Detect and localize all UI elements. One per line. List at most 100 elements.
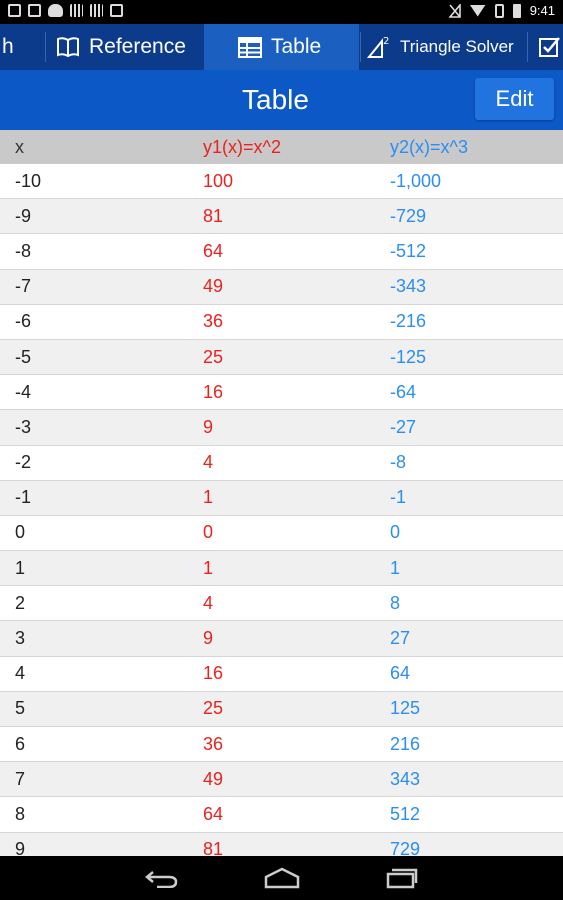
cell-y2: -1,000: [390, 170, 442, 191]
cell-y2: -125: [390, 346, 427, 367]
column-header-x[interactable]: x: [15, 130, 24, 164]
table-row[interactable]: 3 9 27: [0, 621, 563, 657]
cell-y2: -64: [390, 381, 417, 402]
cloud-icon: [48, 4, 63, 17]
barcode-icon: [70, 4, 83, 17]
table-row[interactable]: -2 4 -8: [0, 445, 563, 481]
cell-y2: -512: [390, 240, 427, 261]
cell-y1: 49: [203, 276, 224, 297]
cell-y1: 49: [203, 768, 224, 789]
image-icon: [28, 4, 41, 17]
cell-x: 4: [15, 663, 26, 684]
svg-text:2: 2: [383, 36, 389, 47]
table-row[interactable]: -3 9 -27: [0, 410, 563, 446]
status-notifications: [8, 4, 123, 17]
recents-icon: [386, 868, 418, 889]
table-row[interactable]: 8 64 512: [0, 797, 563, 833]
table-row[interactable]: -9 81 -729: [0, 199, 563, 235]
cell-x: -6: [15, 311, 32, 332]
barcode-icon: [90, 4, 103, 17]
cell-y1: 64: [203, 240, 224, 261]
tab-math[interactable]: h: [0, 24, 44, 70]
cell-y2: -216: [390, 311, 427, 332]
table-row[interactable]: -8 64 -512: [0, 234, 563, 270]
table-row[interactable]: 9 81 729: [0, 832, 563, 856]
cell-y1: 16: [203, 663, 224, 684]
checkbox-icon: [539, 36, 561, 58]
table-row[interactable]: -6 36 -216: [0, 304, 563, 340]
cell-y1: 1: [203, 487, 214, 508]
table-row[interactable]: 0 0 0: [0, 515, 563, 552]
cell-y1: 64: [203, 803, 224, 824]
tab-divider: [45, 32, 46, 62]
cell-x: -2: [15, 452, 32, 473]
triangle-icon: 2: [367, 35, 391, 59]
table-row[interactable]: 4 16 64: [0, 656, 563, 692]
edit-button[interactable]: Edit: [475, 78, 554, 120]
table-row[interactable]: -1 1 -1: [0, 480, 563, 516]
cell-y1: 36: [203, 733, 224, 754]
tab-reference[interactable]: Reference: [56, 24, 204, 70]
cell-y2: 1: [390, 557, 401, 578]
cell-y1: 9: [203, 628, 214, 649]
cell-x: 0: [15, 522, 26, 543]
cell-x: 6: [15, 733, 26, 754]
cell-y2: -729: [390, 205, 427, 226]
cell-y2: 0: [390, 522, 401, 543]
tab-triangle-solver[interactable]: 2 Triangle Solver: [367, 24, 527, 70]
cell-y1: 25: [203, 698, 224, 719]
cell-y2: 27: [390, 628, 411, 649]
cell-y1: 4: [203, 452, 214, 473]
back-button[interactable]: [142, 866, 182, 890]
cell-y2: 512: [390, 803, 421, 824]
cell-y2: -343: [390, 276, 427, 297]
table-row[interactable]: 6 36 216: [0, 727, 563, 763]
column-header-y1[interactable]: y1(x)=x^2: [203, 130, 281, 164]
cell-x: -3: [15, 416, 32, 437]
title-bar: Table Edit: [0, 70, 563, 130]
status-bar: 9:41: [0, 0, 563, 24]
notification-icon: [8, 4, 21, 17]
cell-x: 2: [15, 592, 26, 613]
table-row[interactable]: 2 4 8: [0, 586, 563, 622]
cell-y2: 216: [390, 733, 421, 754]
cell-y1: 25: [203, 346, 224, 367]
cell-x: -1: [15, 487, 32, 508]
cell-y1: 16: [203, 381, 224, 402]
cell-y1: 81: [203, 205, 224, 226]
tab-divider: [360, 32, 361, 62]
tab-label: Table: [271, 35, 322, 58]
cell-y1: 9: [203, 416, 214, 437]
cell-x: -10: [15, 170, 42, 191]
table-row[interactable]: -5 25 -125: [0, 339, 563, 376]
table-row[interactable]: 7 49 343: [0, 762, 563, 798]
page-title: Table: [242, 84, 309, 115]
tab-table[interactable]: Table: [204, 24, 359, 70]
cell-y2: 125: [390, 698, 421, 719]
table-row[interactable]: -4 16 -64: [0, 375, 563, 411]
cell-y1: 81: [203, 839, 224, 856]
table-row[interactable]: -7 49 -343: [0, 269, 563, 305]
column-header-y2[interactable]: y2(x)=x^3: [390, 130, 468, 164]
cell-y2: 343: [390, 768, 421, 789]
cell-x: 9: [15, 839, 26, 856]
cell-y2: -8: [390, 452, 407, 473]
table-row[interactable]: 1 1 1: [0, 551, 563, 587]
cell-y2: 729: [390, 839, 421, 856]
cell-x: -5: [15, 346, 32, 367]
home-button[interactable]: [262, 866, 302, 890]
cell-x: -7: [15, 276, 32, 297]
tab-checklist[interactable]: [534, 24, 563, 70]
table-row[interactable]: 5 25 125: [0, 691, 563, 727]
status-system: 9:41: [448, 3, 555, 18]
cell-y1: 0: [203, 522, 214, 543]
cell-x: 8: [15, 803, 26, 824]
table-row[interactable]: -10 100 -1,000: [0, 164, 563, 200]
cell-y1: 36: [203, 311, 224, 332]
cell-x: 5: [15, 698, 26, 719]
status-time: 9:41: [529, 3, 555, 18]
cell-x: 3: [15, 628, 26, 649]
recents-button[interactable]: [382, 866, 422, 890]
tab-divider: [527, 32, 528, 62]
signal-off-icon: [448, 3, 461, 18]
